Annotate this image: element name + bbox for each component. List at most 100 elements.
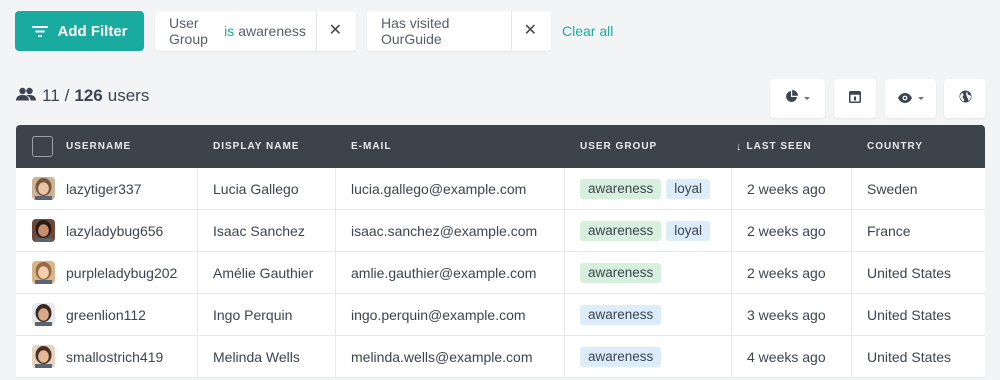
layout-button[interactable] <box>834 79 876 118</box>
cell-display-name: Ingo Perquin <box>213 306 293 323</box>
add-filter-button[interactable]: Add Filter <box>15 11 144 51</box>
column-header-email[interactable]: E-MAIL <box>351 125 391 168</box>
user-group-tag: awareness <box>580 304 662 325</box>
cell-country: Sweden <box>867 180 918 197</box>
count-total: 126 <box>74 86 103 105</box>
visibility-button[interactable] <box>885 79 936 118</box>
avatar <box>32 177 55 200</box>
pie-chart-icon <box>785 89 798 108</box>
avatar <box>32 303 55 326</box>
chevron-down-icon <box>917 97 924 100</box>
filter-chip-visited-guide[interactable]: Has visited OurGuide ✕ <box>367 11 551 51</box>
column-divider <box>731 168 732 209</box>
users-icon <box>16 86 42 106</box>
table-header: USERNAME DISPLAY NAME E-MAIL USER GROUP … <box>16 125 985 168</box>
cell-email: amlie.gauthier@example.com <box>351 264 537 281</box>
globe-icon <box>959 90 972 108</box>
user-count: 11 / 126 users <box>16 86 149 106</box>
cell-display-name: Lucia Gallego <box>213 180 299 197</box>
column-header-last-seen[interactable]: ↓ LAST SEEN <box>736 125 812 168</box>
column-divider <box>564 210 565 251</box>
filter-bar: Add Filter User Group is awareness ✕ Has… <box>15 11 613 51</box>
cell-last-seen: 2 weeks ago <box>747 264 826 281</box>
column-divider <box>335 168 336 209</box>
eye-icon <box>897 90 912 108</box>
column-divider <box>731 252 732 293</box>
cell-email: lucia.gallego@example.com <box>351 180 527 197</box>
column-header-display-name[interactable]: DISPLAY NAME <box>213 125 299 168</box>
count-shown: 11 <box>42 86 60 105</box>
table-row[interactable]: lazyladybug656 Isaac Sanchez isaac.sanch… <box>16 210 985 252</box>
column-divider <box>564 336 565 377</box>
column-header-last-seen-label: LAST SEEN <box>746 141 812 152</box>
filter-chip-user-group[interactable]: User Group is awareness ✕ <box>155 11 356 51</box>
column-divider <box>335 252 336 293</box>
close-icon[interactable]: ✕ <box>329 23 342 39</box>
sort-down-icon: ↓ <box>736 140 743 153</box>
cell-email: melinda.wells@example.com <box>351 348 533 365</box>
chart-view-button[interactable] <box>770 79 825 118</box>
user-group-tag: loyal <box>666 178 711 199</box>
cell-username[interactable]: greenlion112 <box>66 294 146 335</box>
cell-last-seen: 4 weeks ago <box>747 348 826 365</box>
user-group-tag: loyal <box>666 220 711 241</box>
table-row[interactable]: smallostrich419 Melinda Wells melinda.we… <box>16 336 985 378</box>
globe-button[interactable] <box>944 79 986 118</box>
select-all-checkbox[interactable] <box>32 136 53 157</box>
column-divider <box>197 210 198 251</box>
cell-username[interactable]: lazytiger337 <box>66 168 142 209</box>
cell-last-seen: 3 weeks ago <box>747 306 826 323</box>
cell-user-group: awareness <box>580 252 666 293</box>
column-divider <box>564 168 565 209</box>
close-icon[interactable]: ✕ <box>524 23 537 39</box>
user-group-tag: awareness <box>580 178 662 199</box>
column-divider <box>731 210 732 251</box>
cell-username[interactable]: smallostrich419 <box>66 336 163 377</box>
chip-field: Has visited OurGuide <box>381 15 450 47</box>
avatar <box>32 261 55 284</box>
column-divider <box>197 294 198 335</box>
chip-divider <box>315 11 317 51</box>
cell-user-group: awareness loyal <box>580 210 715 251</box>
cell-username[interactable]: lazyladybug656 <box>66 210 163 251</box>
cell-country: United States <box>867 306 952 323</box>
layout-icon <box>849 90 861 108</box>
column-divider <box>197 252 198 293</box>
cell-username[interactable]: purpleladybug202 <box>66 252 177 293</box>
table-row[interactable]: purpleladybug202 Amélie Gauthier amlie.g… <box>16 252 985 294</box>
clear-all-link[interactable]: Clear all <box>562 23 613 39</box>
column-divider <box>851 336 852 377</box>
column-divider <box>197 168 198 209</box>
column-divider <box>564 294 565 335</box>
column-divider <box>335 336 336 377</box>
user-group-tag: awareness <box>580 346 662 367</box>
column-divider <box>851 168 852 209</box>
table-row[interactable]: lazytiger337 Lucia Gallego lucia.gallego… <box>16 168 985 210</box>
users-table: USERNAME DISPLAY NAME E-MAIL USER GROUP … <box>16 125 985 378</box>
filter-icon <box>31 25 48 38</box>
avatar <box>32 219 55 242</box>
column-divider <box>197 336 198 377</box>
column-divider <box>731 336 732 377</box>
column-divider <box>851 210 852 251</box>
cell-display-name: Amélie Gauthier <box>213 264 314 281</box>
column-header-user-group[interactable]: USER GROUP <box>580 125 657 168</box>
table-row[interactable]: greenlion112 Ingo Perquin ingo.perquin@e… <box>16 294 985 336</box>
chip-divider <box>510 11 512 51</box>
cell-country: United States <box>867 348 952 365</box>
avatar <box>32 345 55 368</box>
table-body: lazytiger337 Lucia Gallego lucia.gallego… <box>16 168 985 378</box>
column-divider <box>335 294 336 335</box>
column-header-username[interactable]: USERNAME <box>66 125 131 168</box>
cell-user-group: awareness <box>580 294 666 335</box>
column-header-country[interactable]: COUNTRY <box>867 125 923 168</box>
cell-email: isaac.sanchez@example.com <box>351 222 538 239</box>
column-divider <box>851 252 852 293</box>
count-unit: users <box>107 86 150 105</box>
cell-country: United States <box>867 264 952 281</box>
add-filter-label: Add Filter <box>57 22 128 40</box>
count-separator: / <box>64 86 70 105</box>
cell-email: ingo.perquin@example.com <box>351 306 526 323</box>
chip-value: awareness <box>238 23 306 39</box>
cell-user-group: awareness loyal <box>580 168 715 209</box>
